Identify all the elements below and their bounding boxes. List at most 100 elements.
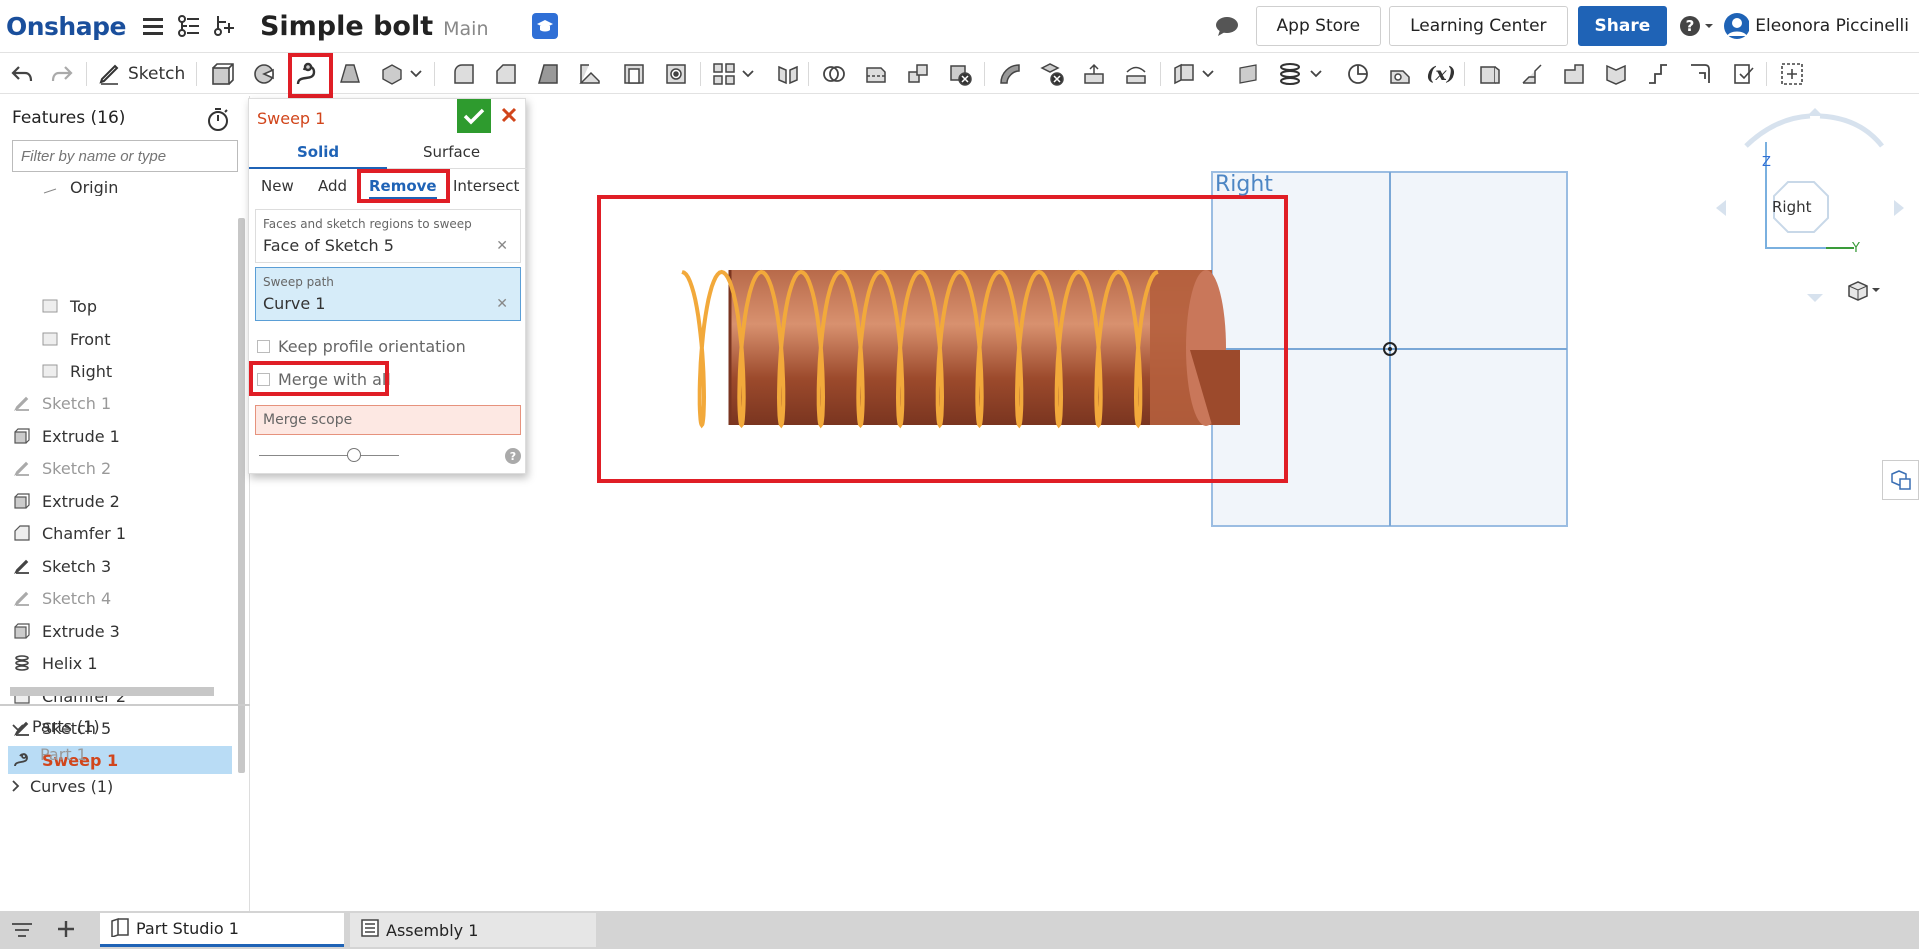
extrude-icon[interactable] [208, 60, 236, 88]
variable-icon[interactable]: (x) [1426, 60, 1456, 88]
feature-item-sketch-3[interactable]: Sketch 3 [12, 553, 111, 579]
boolean-icon[interactable] [820, 60, 848, 88]
tab-part-studio-1[interactable]: Part Studio 1 [100, 913, 344, 947]
help-icon[interactable]: ? [1679, 13, 1715, 39]
rib-icon[interactable] [576, 60, 604, 88]
add-custom-feature-icon[interactable] [1778, 60, 1806, 88]
assembly-icon [360, 918, 380, 942]
feature-label: Sketch 4 [42, 588, 112, 608]
view-options-icon[interactable] [1846, 280, 1880, 306]
feature-item-front[interactable]: Front [12, 326, 110, 352]
view-cube-label[interactable]: Right [1772, 198, 1812, 216]
chevron-down-icon[interactable] [1200, 60, 1216, 88]
filter-tabs-icon[interactable] [10, 921, 34, 943]
add-tab-icon[interactable] [56, 919, 76, 943]
replace-face-icon[interactable] [1122, 60, 1150, 88]
delete-face-icon[interactable] [1038, 60, 1066, 88]
part-label: Part 1 [40, 744, 87, 764]
view-right-arrow[interactable] [1894, 200, 1904, 216]
learning-center-button[interactable]: Learning Center [1389, 6, 1568, 46]
document-title[interactable]: Simple bolt [260, 11, 433, 42]
loft-icon[interactable] [336, 60, 364, 88]
delete-part-icon[interactable] [946, 60, 974, 88]
feature-filter-input[interactable] [12, 140, 238, 172]
finish-sheet-metal-icon[interactable] [1730, 60, 1758, 88]
plane-icon [40, 362, 60, 380]
part-item[interactable]: Part 1 [40, 741, 87, 767]
tab-assembly-1[interactable]: Assembly 1 [350, 913, 596, 947]
feature-item-extrude-2[interactable]: Extrude 2 [12, 488, 120, 514]
sheet-metal-model-icon[interactable] [1476, 60, 1504, 88]
comments-icon[interactable] [1214, 13, 1240, 39]
move-face-icon[interactable] [1080, 60, 1108, 88]
feature-list-icon[interactable] [176, 13, 202, 39]
graphics-viewport[interactable] [252, 96, 1919, 908]
pattern-icon[interactable] [710, 60, 738, 88]
mate-connector-icon[interactable] [1386, 60, 1414, 88]
measure-icon[interactable] [1344, 60, 1372, 88]
feature-item-origin[interactable]: Origin [12, 178, 118, 196]
panel-divider[interactable] [0, 704, 250, 706]
thicken-icon[interactable] [378, 60, 406, 88]
feature-item-helix-1[interactable]: Helix 1 [12, 650, 98, 676]
modify-fillet-icon[interactable] [996, 60, 1024, 88]
feature-item-extrude-1[interactable]: Extrude 1 [12, 423, 120, 449]
feature-list-scrollbar[interactable] [238, 218, 245, 773]
feature-item-sketch-1[interactable]: Sketch 1 [12, 390, 111, 416]
form-icon[interactable] [1602, 60, 1630, 88]
chevron-down-icon[interactable] [408, 60, 424, 88]
view-left-arrow[interactable] [1716, 200, 1726, 216]
view-up-arrow[interactable] [1807, 108, 1823, 116]
onshape-logo[interactable]: Onshape [6, 12, 126, 41]
shell-icon[interactable] [620, 60, 648, 88]
hole-icon[interactable] [662, 60, 690, 88]
feature-item-sketch-4[interactable]: Sketch 4 [12, 585, 111, 611]
feature-item-extrude-3[interactable]: Extrude 3 [12, 618, 120, 644]
flange-icon[interactable] [1518, 60, 1546, 88]
side-panel-tab[interactable] [1882, 460, 1919, 500]
insert-tree-icon[interactable] [212, 13, 238, 39]
chevron-down-icon[interactable] [740, 60, 756, 88]
corner-icon[interactable] [1686, 60, 1714, 88]
fillet-icon[interactable] [450, 60, 478, 88]
feature-list-horizontal-scrollbar[interactable] [10, 687, 214, 696]
sheet-metal-icon[interactable] [1170, 60, 1198, 88]
toolbar-separator [1464, 62, 1465, 86]
joint-icon[interactable] [1644, 60, 1672, 88]
transform-icon[interactable] [904, 60, 932, 88]
share-button[interactable]: Share [1577, 6, 1668, 46]
split-icon[interactable] [862, 60, 890, 88]
feature-label: Sketch 1 [42, 393, 112, 413]
draft-icon[interactable] [534, 60, 562, 88]
revolve-icon[interactable] [250, 60, 278, 88]
rollback-timer-icon[interactable] [206, 106, 230, 136]
user-name[interactable]: Eleonora Piccinelli [1755, 16, 1909, 36]
mirror-icon[interactable] [774, 60, 802, 88]
chamfer-icon[interactable] [492, 60, 520, 88]
curves-header[interactable]: Curves (1) [12, 773, 113, 799]
avatar[interactable] [1723, 13, 1750, 39]
branch-name[interactable]: Main [443, 18, 488, 40]
view-down-arrow[interactable] [1807, 294, 1823, 302]
plane-icon[interactable] [1234, 60, 1262, 88]
parts-header[interactable]: Parts (1) [12, 713, 100, 739]
toolbar-separator [434, 62, 435, 86]
feature-item-sketch-2[interactable]: Sketch 2 [12, 455, 111, 481]
chevron-down-icon[interactable] [1308, 60, 1324, 88]
rotate-left-arrow[interactable] [1744, 113, 1811, 148]
sketch-icon [12, 589, 32, 607]
feature-item-chamfer-1[interactable]: Chamfer 1 [12, 520, 126, 546]
feature-label: Helix 1 [42, 653, 98, 673]
sketch-button[interactable]: Sketch [98, 60, 188, 88]
sketch-icon [12, 459, 32, 477]
hamburger-menu-icon[interactable] [140, 13, 166, 39]
feature-item-top[interactable]: Top [12, 293, 97, 319]
undo-icon[interactable] [8, 60, 36, 88]
helix-icon[interactable] [1276, 60, 1304, 88]
feature-item-right[interactable]: Right [12, 358, 112, 384]
rotate-right-arrow[interactable] [1819, 113, 1884, 148]
app-store-button[interactable]: App Store [1255, 6, 1382, 46]
graduation-cap-icon[interactable] [532, 13, 559, 39]
redo-icon[interactable] [48, 60, 76, 88]
tab-icon[interactable] [1560, 60, 1588, 88]
